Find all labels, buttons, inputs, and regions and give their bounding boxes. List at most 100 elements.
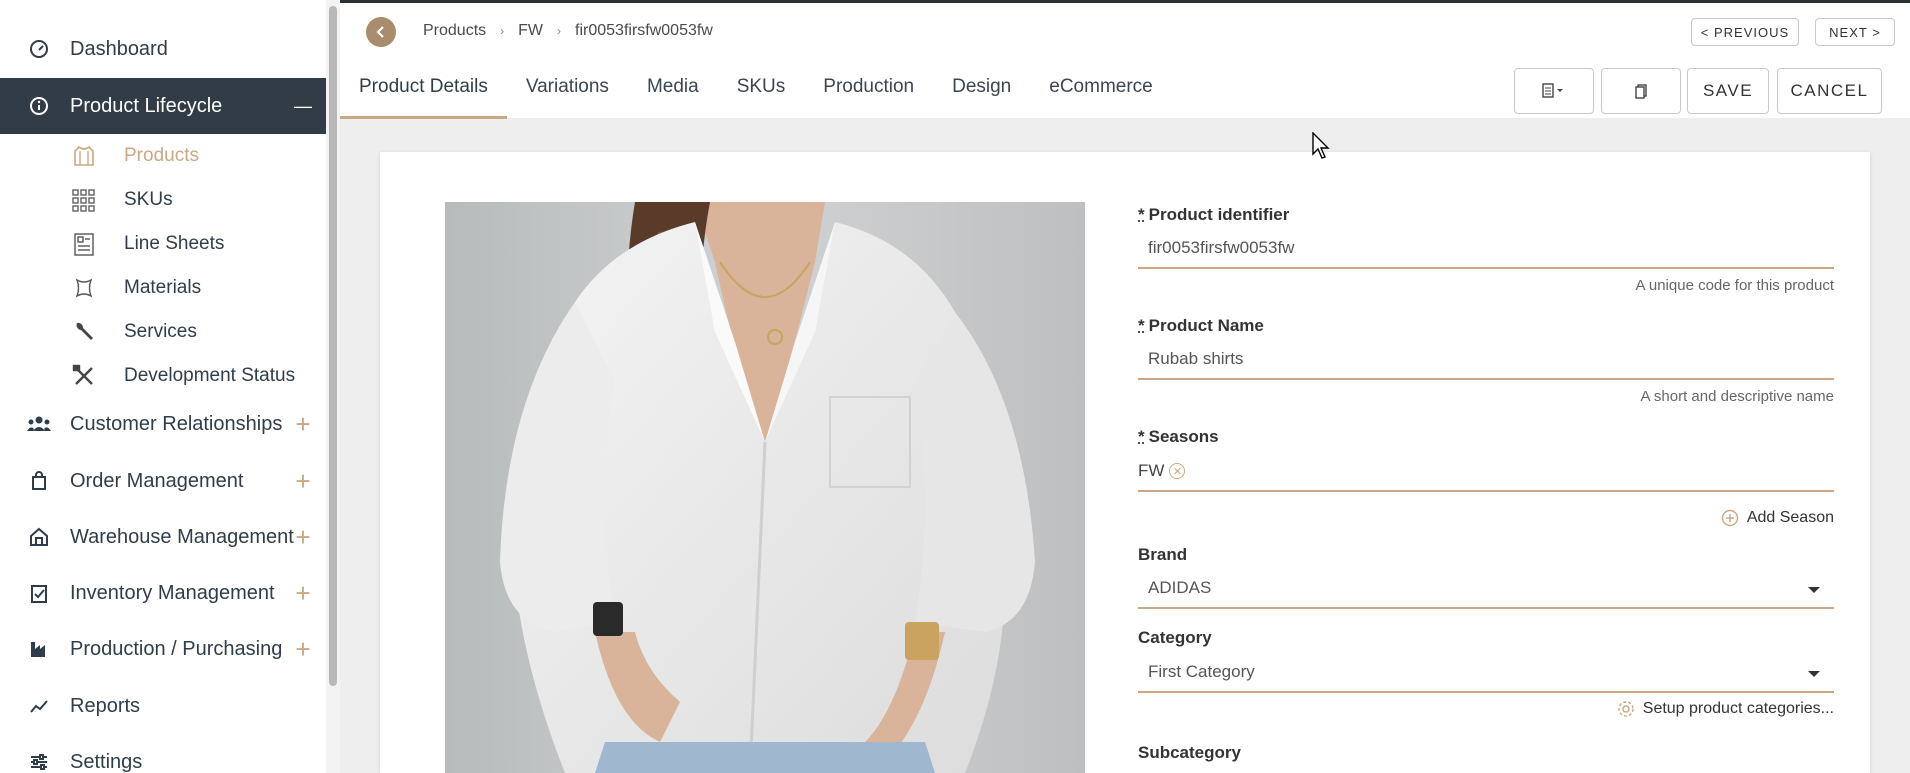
breadcrumb: Products › FW › fir0053firsfw0053fw	[423, 22, 713, 40]
category-select[interactable]: First Category	[1138, 653, 1834, 693]
tab-skus[interactable]: SKUs	[718, 55, 805, 119]
collapse-icon[interactable]: —	[292, 95, 314, 117]
tab-ecommerce[interactable]: eCommerce	[1030, 55, 1171, 119]
breadcrumb-separator-icon: ›	[557, 24, 562, 38]
product-name-label: * Product Name	[1138, 316, 1264, 335]
nav-production-purchasing[interactable]: Production / Purchasing +	[0, 621, 326, 677]
previous-button[interactable]: < PREVIOUS	[1691, 18, 1799, 46]
document-menu-button[interactable]	[1514, 68, 1594, 114]
expand-icon[interactable]: +	[292, 409, 314, 439]
nav-reports[interactable]: Reports	[0, 678, 326, 734]
nav-warehouse-management[interactable]: Warehouse Management +	[0, 509, 326, 565]
gear-icon	[1618, 701, 1634, 717]
seasons-label: * Seasons	[1138, 427, 1219, 446]
breadcrumb-season[interactable]: FW	[518, 22, 543, 40]
season-chip: FW ✕	[1138, 461, 1186, 481]
subnav-label: Materials	[124, 277, 202, 298]
category-label: Category	[1138, 628, 1212, 647]
breadcrumb-products[interactable]: Products	[423, 22, 486, 40]
nav-label: Inventory Management	[70, 581, 275, 604]
brand-label: Brand	[1138, 545, 1188, 564]
shirt-icon	[70, 142, 98, 170]
subnav-materials[interactable]: Materials	[0, 266, 326, 310]
breadcrumb-separator-icon: ›	[500, 24, 505, 38]
expand-icon[interactable]: +	[292, 634, 314, 664]
line-chart-icon	[26, 693, 52, 719]
copy-button[interactable]	[1601, 68, 1681, 114]
expand-icon[interactable]: +	[292, 522, 314, 552]
nav-dashboard[interactable]: Dashboard	[0, 21, 326, 77]
scrollbar-thumb[interactable]	[329, 6, 337, 686]
subnav-label: Products	[124, 145, 199, 166]
info-circle-icon	[26, 93, 52, 119]
warehouse-icon	[26, 524, 52, 550]
save-button[interactable]: SAVE	[1687, 68, 1769, 114]
back-button[interactable]	[366, 17, 396, 47]
product-identifier-input[interactable]: fir0053firsfw0053fw	[1138, 229, 1834, 269]
subnav-services[interactable]: Services	[0, 310, 326, 354]
shopping-bag-icon	[26, 468, 52, 494]
subcategory-label: Subcategory	[1138, 743, 1241, 762]
nav-inventory-management[interactable]: Inventory Management +	[0, 565, 326, 621]
nav-label: Settings	[70, 750, 143, 773]
grid-icon	[70, 186, 98, 214]
sidebar: Dashboard Product Lifecycle — Products S…	[0, 0, 326, 773]
nav-settings[interactable]: Settings	[0, 734, 326, 773]
nav-label: Warehouse Management	[70, 525, 294, 548]
tab-production[interactable]: Production	[804, 55, 933, 119]
next-button[interactable]: NEXT >	[1815, 18, 1895, 46]
nav-customer-relationships[interactable]: Customer Relationships +	[0, 396, 326, 452]
expand-icon[interactable]: +	[292, 578, 314, 608]
clipboard-check-icon	[26, 580, 52, 606]
tab-variations[interactable]: Variations	[507, 55, 628, 119]
tab-bar: Product Details Variations Media SKUs Pr…	[340, 55, 1172, 119]
nav-label: Product Lifecycle	[70, 94, 223, 117]
subnav-skus[interactable]: SKUs	[0, 178, 326, 222]
subnav-label: Line Sheets	[124, 233, 225, 254]
tab-product-details[interactable]: Product Details	[340, 55, 507, 119]
page-header: Products › FW › fir0053firsfw0053fw < PR…	[340, 3, 1910, 119]
subnav-label: Development Status	[124, 365, 296, 386]
plus-circle-icon	[1721, 509, 1739, 527]
sidebar-scrollbar[interactable]	[326, 0, 340, 773]
product-image[interactable]	[445, 202, 1085, 773]
document-dropdown-icon	[1542, 83, 1563, 98]
breadcrumb-current: fir0053firsfw0053fw	[575, 22, 713, 39]
nav-label: Order Management	[70, 469, 244, 492]
people-icon	[26, 411, 52, 437]
wrench-icon	[70, 318, 98, 346]
seasons-input[interactable]: FW ✕	[1138, 452, 1834, 492]
subnav-development-status[interactable]: Development Status	[0, 354, 326, 398]
chevron-left-icon	[376, 26, 384, 38]
nav-label: Production / Purchasing	[70, 637, 283, 660]
cancel-button[interactable]: CANCEL	[1777, 68, 1882, 114]
subnav-line-sheets[interactable]: Line Sheets	[0, 222, 326, 266]
remove-chip-icon[interactable]: ✕	[1169, 463, 1186, 479]
tools-icon	[70, 362, 98, 390]
fabric-icon	[70, 274, 98, 302]
nav-label: Dashboard	[70, 37, 168, 60]
copy-icon	[1635, 84, 1647, 99]
product-name-input[interactable]: Rubab shirts	[1138, 340, 1834, 380]
tab-media[interactable]: Media	[628, 55, 718, 119]
setup-categories-link[interactable]: Setup product categories...	[1617, 700, 1834, 718]
dropdown-arrow-icon	[1808, 587, 1820, 593]
subnav-label: SKUs	[124, 189, 173, 210]
product-identifier-help: A unique code for this product	[1635, 277, 1834, 294]
tab-design[interactable]: Design	[933, 55, 1030, 119]
mouse-cursor-icon	[1312, 132, 1330, 159]
factory-icon	[26, 636, 52, 662]
sliders-icon	[26, 749, 52, 773]
brand-select[interactable]: ADIDAS	[1138, 569, 1834, 609]
subnav-products[interactable]: Products	[0, 134, 326, 178]
sheet-icon	[70, 230, 98, 258]
dropdown-arrow-icon	[1808, 671, 1820, 677]
product-name-help: A short and descriptive name	[1640, 388, 1834, 405]
nav-product-lifecycle[interactable]: Product Lifecycle —	[0, 78, 326, 134]
nav-order-management[interactable]: Order Management +	[0, 453, 326, 509]
nav-label: Reports	[70, 694, 141, 717]
product-identifier-label: * Product identifier	[1138, 205, 1290, 224]
add-season-button[interactable]: Add Season	[1721, 509, 1834, 527]
nav-label: Customer Relationships	[70, 412, 283, 435]
expand-icon[interactable]: +	[292, 466, 314, 496]
